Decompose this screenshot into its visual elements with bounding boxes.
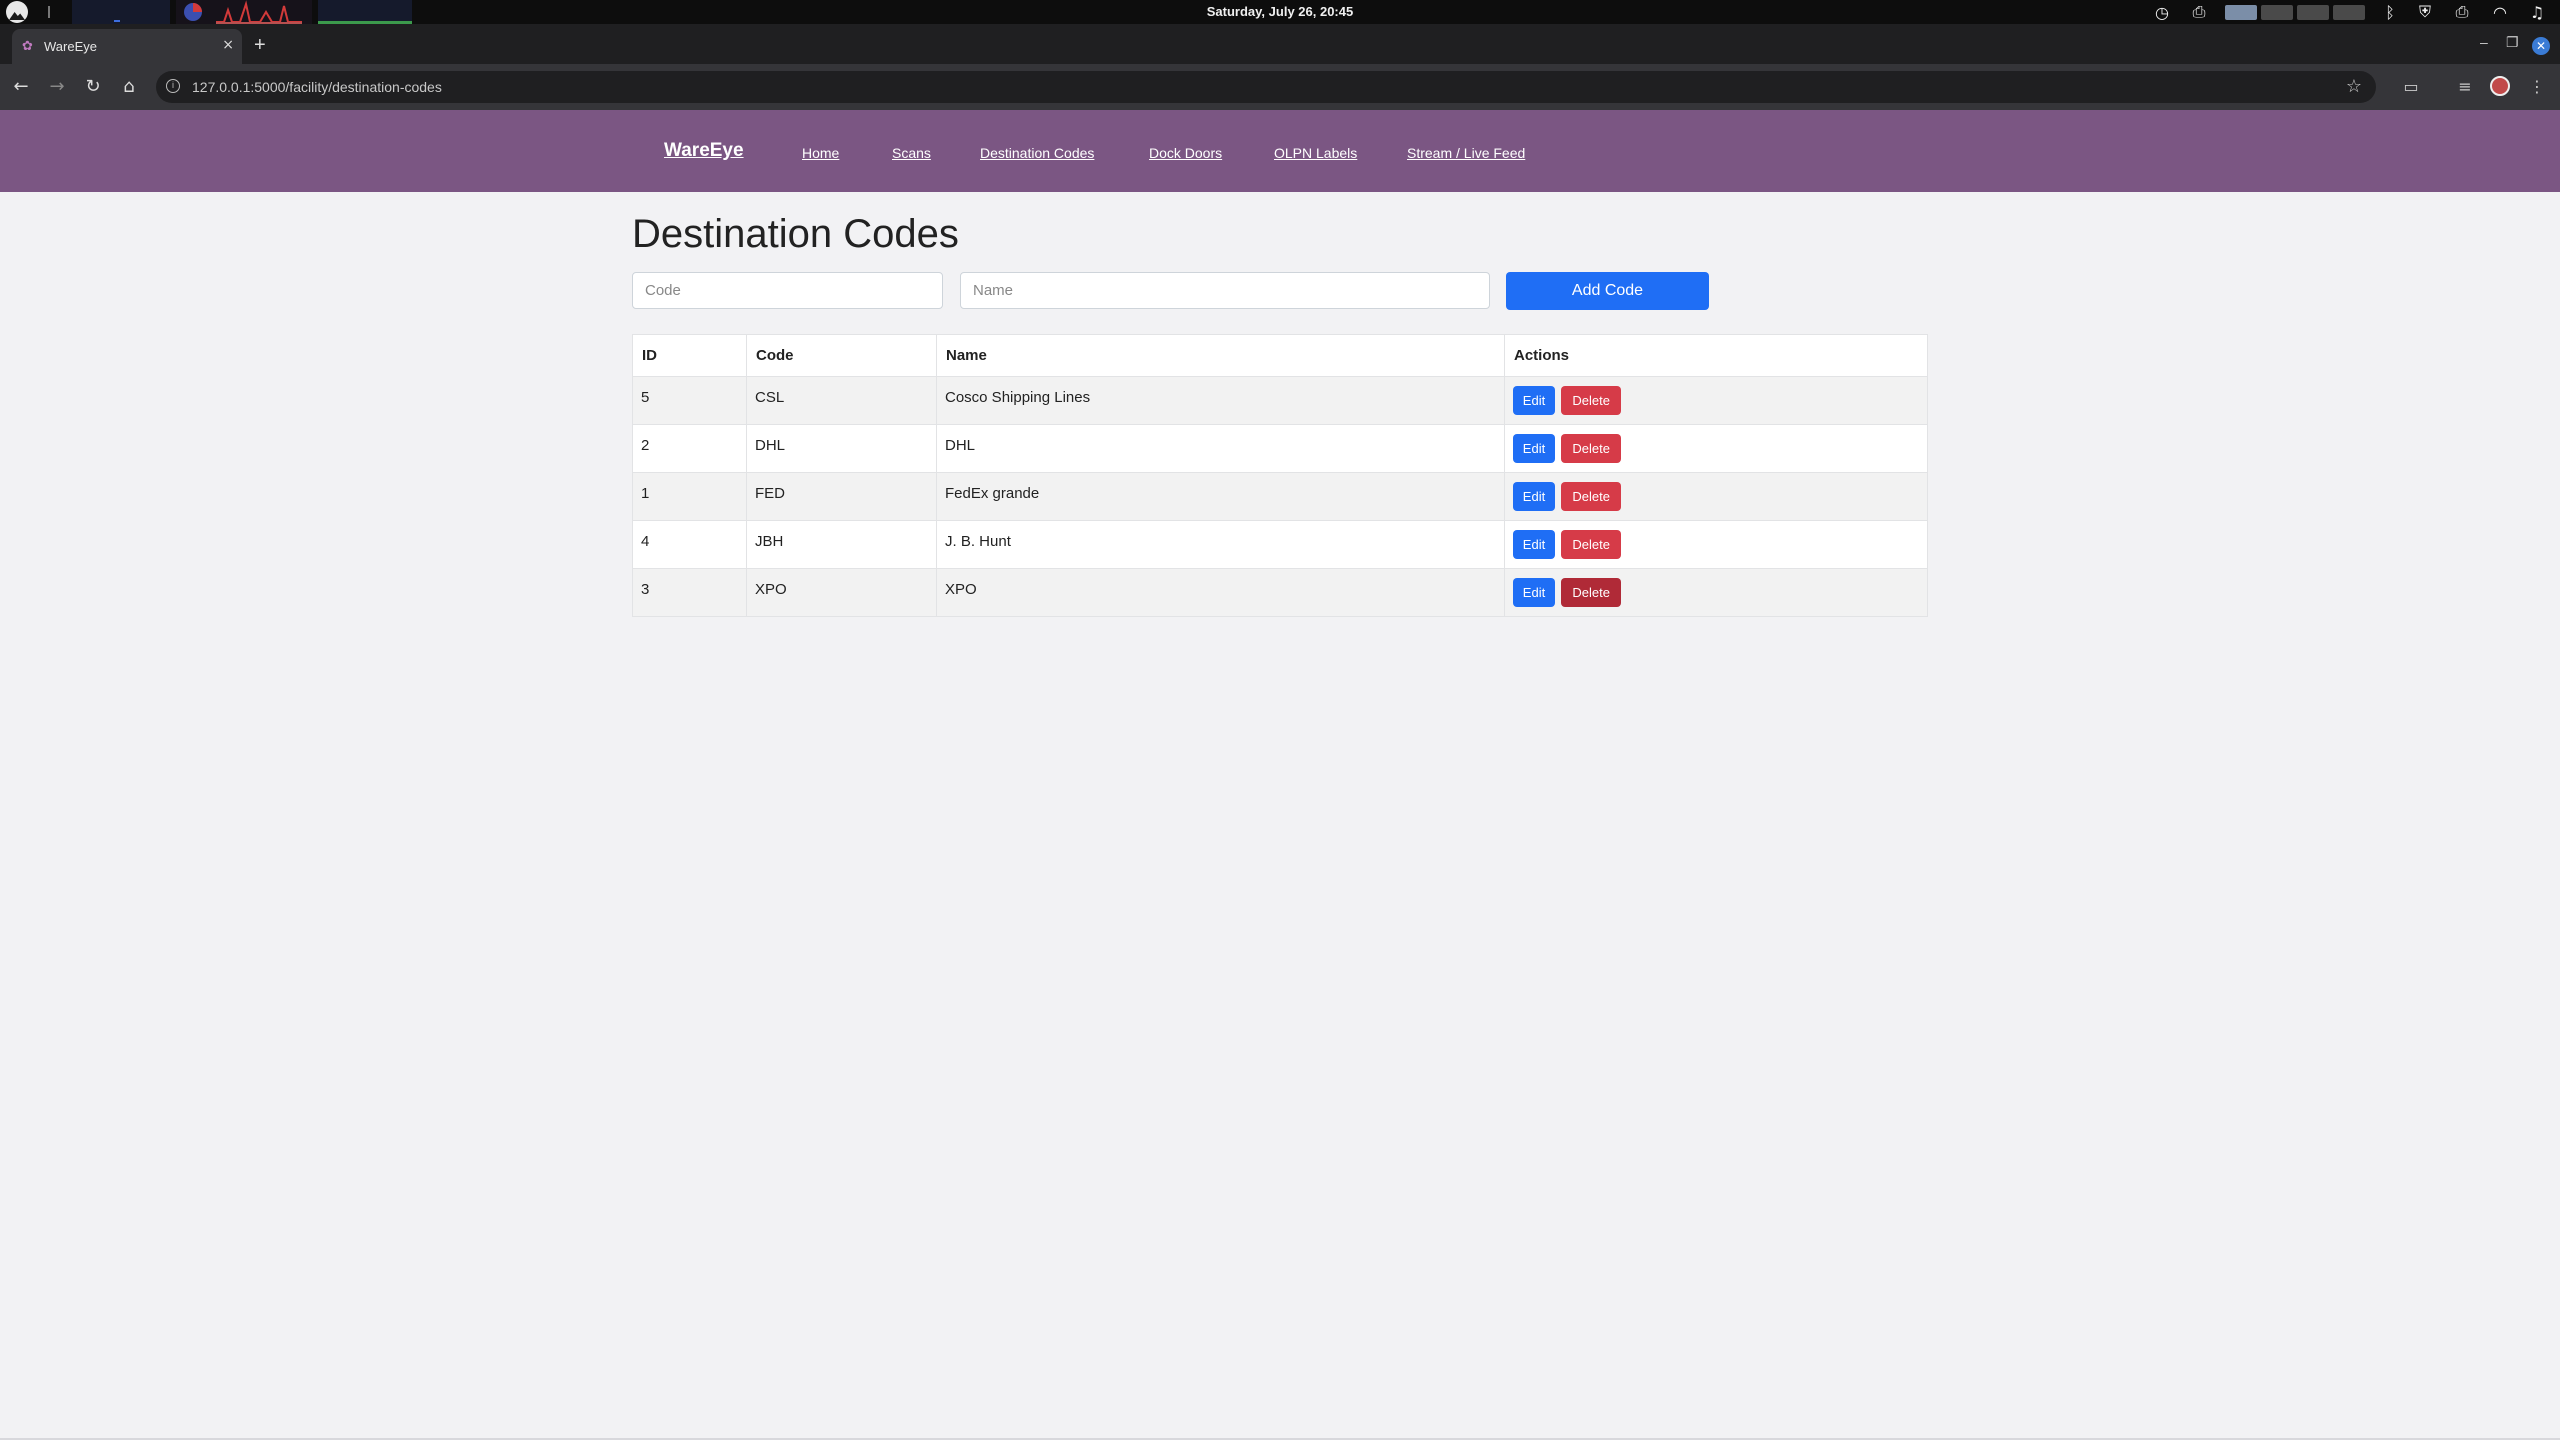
cell-code: DHL — [746, 424, 937, 473]
workspace-1[interactable] — [2225, 5, 2257, 20]
favicon-icon: ✿ — [22, 39, 33, 54]
brand-link[interactable]: WareEye — [664, 140, 744, 162]
edit-button[interactable]: Edit — [1513, 578, 1555, 607]
nav-link-dock-doors[interactable]: Dock Doors — [1149, 145, 1222, 161]
site-navbar: WareEye Home Scans Destination Codes Doc… — [0, 110, 2560, 192]
site-info-icon[interactable]: i — [166, 79, 180, 93]
cell-name: J. B. Hunt — [936, 520, 1505, 569]
cell-actions: Edit Delete — [1504, 376, 1928, 425]
delete-button[interactable]: Delete — [1561, 434, 1622, 463]
browser-tab[interactable]: ✿ WareEye × — [12, 29, 242, 64]
profile-avatar[interactable] — [2490, 76, 2510, 96]
column-header-actions: Actions — [1504, 334, 1928, 377]
media-controls-icon[interactable]: ≡ — [2454, 77, 2476, 97]
cell-name: FedEx grande — [936, 472, 1505, 521]
code-input[interactable] — [632, 272, 943, 309]
home-icon[interactable]: ⌂ — [118, 76, 140, 98]
back-arrow-icon[interactable]: ← — [10, 76, 32, 98]
edit-button[interactable]: Edit — [1513, 434, 1555, 463]
edit-button[interactable]: Edit — [1513, 530, 1555, 559]
cell-id: 5 — [632, 376, 747, 425]
delete-button[interactable]: Delete — [1561, 482, 1622, 511]
url-text[interactable]: 127.0.0.1:5000/facility/destination-code… — [192, 79, 442, 95]
table-row: 2 DHL DHL Edit Delete — [632, 424, 1928, 473]
os-top-panel: Saturday, July 26, 20:45 ◷ ⎙ ᛒ ⛨ ⎙ ◠ ♫ — [0, 0, 2560, 24]
bluetooth-icon[interactable]: ᛒ — [2380, 2, 2400, 22]
nav-link-destination-codes[interactable]: Destination Codes — [980, 145, 1094, 161]
destination-codes-table: ID Code Name Actions 5 CSL Cosco Shippin… — [632, 334, 1928, 617]
browser-toolbar: ← → ↻ ⌂ i 127.0.0.1:5000/facility/destin… — [0, 64, 2560, 110]
table-row: 5 CSL Cosco Shipping Lines Edit Delete — [632, 376, 1928, 425]
forward-arrow-icon[interactable]: → — [46, 76, 68, 98]
shield-icon[interactable]: ⛨ — [2414, 2, 2436, 22]
cell-id: 1 — [632, 472, 747, 521]
cast-icon[interactable]: ▭ — [2400, 77, 2422, 97]
table-header-row: ID Code Name Actions — [632, 334, 1928, 377]
cell-id: 4 — [632, 520, 747, 569]
delete-button[interactable]: Delete — [1561, 530, 1622, 559]
cell-name: XPO — [936, 568, 1505, 617]
column-header-code: Code — [746, 334, 937, 377]
cell-id: 3 — [632, 568, 747, 617]
reload-icon[interactable]: ↻ — [82, 76, 104, 98]
restore-window-icon[interactable]: ❐ — [2506, 34, 2519, 51]
printer-icon[interactable]: ⎙ — [2187, 2, 2211, 22]
cell-name: DHL — [936, 424, 1505, 473]
address-bar[interactable]: i 127.0.0.1:5000/facility/destination-co… — [156, 71, 2376, 103]
workspace-3[interactable] — [2297, 5, 2329, 20]
nav-link-scans[interactable]: Scans — [892, 145, 931, 161]
browser-tab-bar: ✿ WareEye × + – ❐ — [0, 24, 2560, 64]
table-row: 3 XPO XPO Edit Delete — [632, 568, 1928, 617]
cell-actions: Edit Delete — [1504, 424, 1928, 473]
nav-link-olpn-labels[interactable]: OLPN Labels — [1274, 145, 1357, 161]
cell-actions: Edit Delete — [1504, 568, 1928, 617]
edit-button[interactable]: Edit — [1513, 482, 1555, 511]
workspace-4[interactable] — [2333, 5, 2365, 20]
add-code-button[interactable]: Add Code — [1506, 272, 1709, 310]
nav-link-stream-live-feed[interactable]: Stream / Live Feed — [1407, 145, 1525, 161]
table-row: 1 FED FedEx grande Edit Delete — [632, 472, 1928, 521]
wifi-icon[interactable]: ◠ — [2488, 2, 2512, 22]
page-title: Destination Codes — [632, 212, 959, 256]
new-tab-button[interactable]: + — [254, 34, 266, 57]
cell-code: XPO — [746, 568, 937, 617]
printer-icon[interactable]: ⎙ — [2450, 2, 2474, 22]
nav-link-home[interactable]: Home — [802, 145, 839, 161]
cell-code: FED — [746, 472, 937, 521]
close-tab-icon[interactable]: × — [222, 37, 234, 53]
tab-title: WareEye — [44, 39, 97, 54]
kebab-menu-icon[interactable]: ⋮ — [2526, 77, 2548, 97]
cell-name: Cosco Shipping Lines — [936, 376, 1505, 425]
bookmark-star-icon[interactable]: ☆ — [2346, 76, 2362, 97]
cell-actions: Edit Delete — [1504, 520, 1928, 569]
cell-code: CSL — [746, 376, 937, 425]
os-clock[interactable]: Saturday, July 26, 20:45 — [0, 4, 2560, 19]
cell-code: JBH — [746, 520, 937, 569]
close-window-icon[interactable]: ✕ — [2532, 37, 2550, 55]
delete-button[interactable]: Delete — [1561, 386, 1622, 415]
cell-actions: Edit Delete — [1504, 472, 1928, 521]
name-input[interactable] — [960, 272, 1490, 309]
cell-id: 2 — [632, 424, 747, 473]
delete-button[interactable]: Delete — [1561, 578, 1622, 607]
clock-icon[interactable]: ◷ — [2151, 2, 2173, 22]
edit-button[interactable]: Edit — [1513, 386, 1555, 415]
column-header-name: Name — [936, 334, 1505, 377]
workspace-2[interactable] — [2261, 5, 2293, 20]
column-header-id: ID — [632, 334, 747, 377]
music-icon[interactable]: ♫ — [2526, 2, 2548, 22]
minimize-window-icon[interactable]: – — [2480, 34, 2488, 50]
table-row: 4 JBH J. B. Hunt Edit Delete — [632, 520, 1928, 569]
